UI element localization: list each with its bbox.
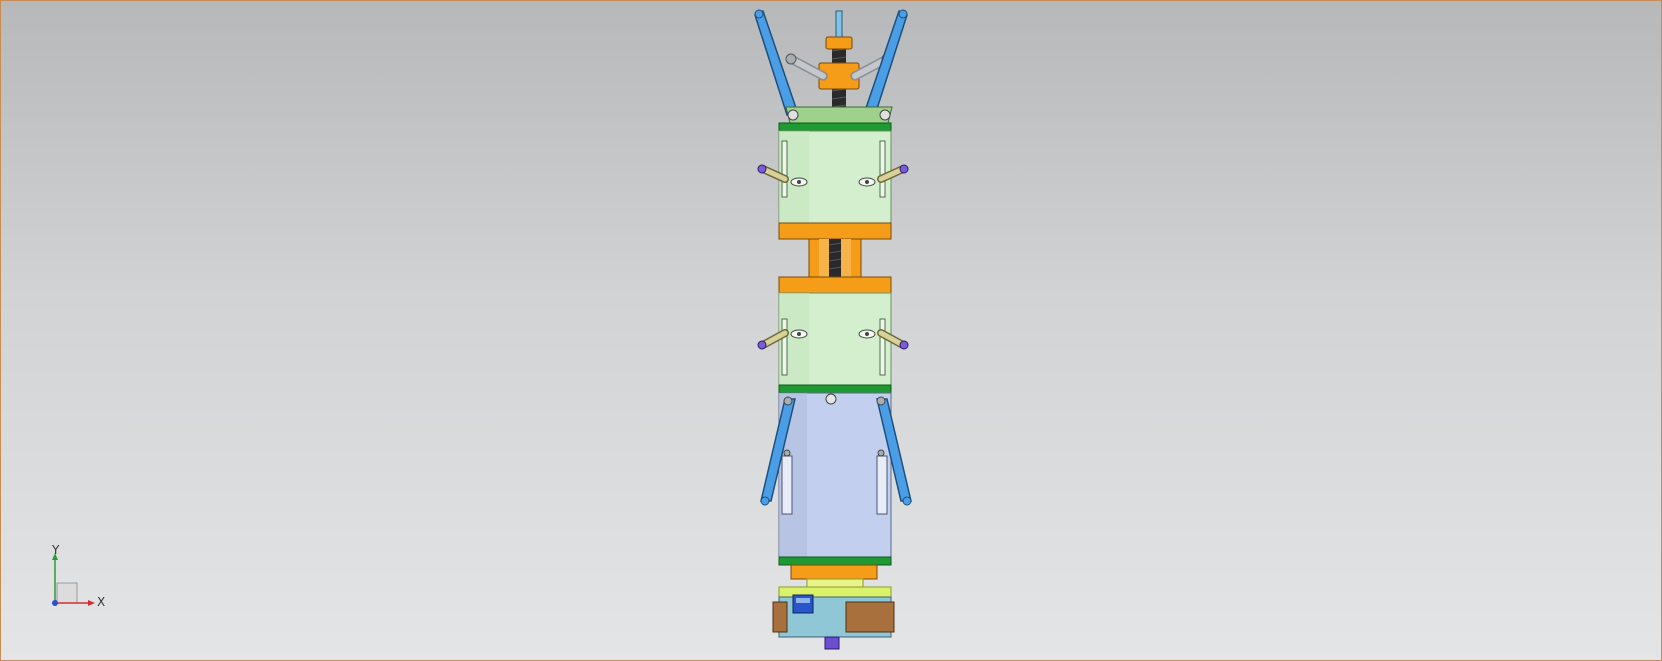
lower-module[interactable] [760, 392, 912, 566]
view-cube-icon [56, 582, 78, 604]
base-assembly[interactable] [772, 564, 895, 650]
x-axis-label: X [97, 595, 106, 609]
robot-3d-model[interactable] [1, 1, 1661, 660]
middle-connector[interactable] [808, 238, 862, 278]
cad-viewport[interactable]: Y X [0, 0, 1662, 661]
top-gripper-assembly[interactable] [754, 9, 908, 124]
upper-module[interactable] [757, 122, 909, 240]
z-axis-dot-icon [52, 600, 58, 606]
y-axis-label: Y [52, 543, 60, 557]
middle-module[interactable] [757, 276, 909, 394]
axis-triad: Y X [41, 543, 121, 621]
axis-triad-graphic [52, 553, 95, 606]
